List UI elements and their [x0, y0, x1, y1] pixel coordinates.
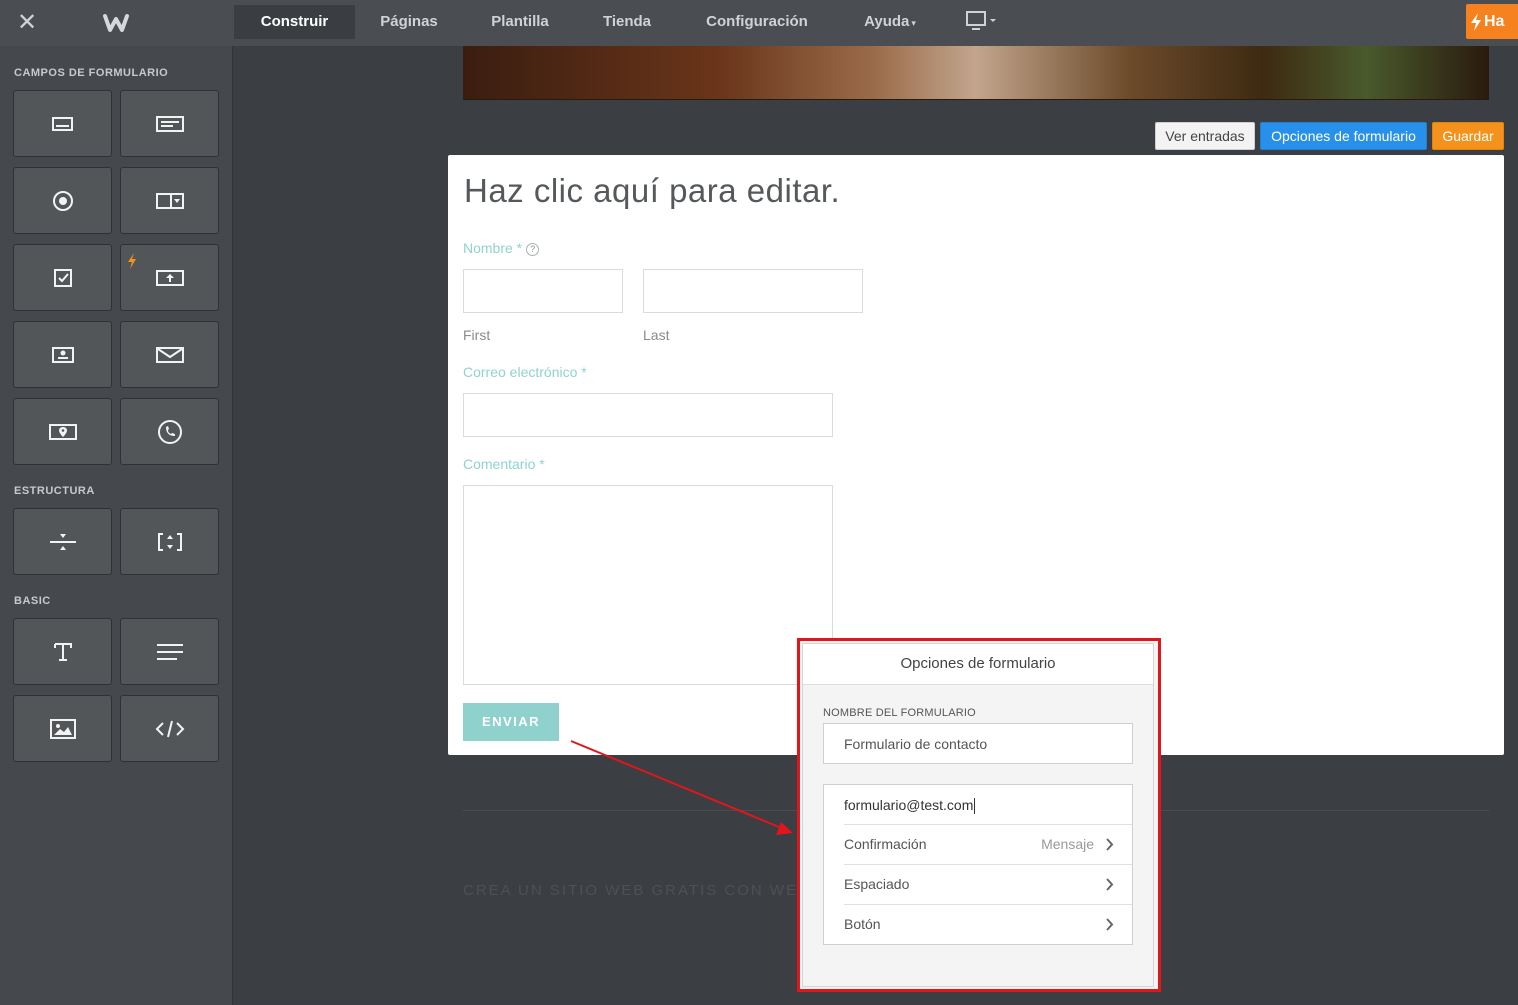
- tab-paginas[interactable]: Páginas: [364, 5, 454, 39]
- chevron-right-icon: [1106, 918, 1114, 931]
- tab-ayuda-label: Ayuda: [864, 13, 910, 30]
- submit-button[interactable]: ENVIAR: [463, 703, 559, 741]
- section-heading-basic: BASIC: [14, 595, 51, 607]
- view-entries-button[interactable]: Ver entradas: [1155, 122, 1255, 150]
- close-icon[interactable]: ✕: [14, 10, 40, 36]
- comment-label: Comentario *: [463, 456, 545, 472]
- lightning-icon: [1471, 13, 1481, 31]
- phone-icon[interactable]: [120, 398, 219, 465]
- email-icon[interactable]: [120, 321, 219, 388]
- file-upload-icon[interactable]: [120, 244, 219, 311]
- form-options-popup: Opciones de formulario NOMBRE DEL FORMUL…: [797, 638, 1161, 992]
- chevron-right-icon: [1106, 838, 1114, 851]
- checkbox-icon[interactable]: [13, 244, 112, 311]
- lightning-icon: [128, 253, 136, 269]
- form-name-heading: NOMBRE DEL FORMULARIO: [823, 707, 976, 719]
- tab-tienda[interactable]: Tienda: [588, 5, 666, 39]
- option-label: Botón: [844, 916, 881, 932]
- top-bar: ✕ Construir Páginas Plantilla Tienda Con…: [0, 0, 1518, 46]
- text-icon[interactable]: [120, 618, 219, 685]
- option-row-boton[interactable]: Botón: [844, 904, 1132, 944]
- paragraph-field-icon[interactable]: [120, 90, 219, 157]
- option-row-espaciado[interactable]: Espaciado: [844, 864, 1132, 904]
- option-value: Mensaje: [1041, 836, 1094, 852]
- option-label: Espaciado: [844, 876, 910, 892]
- dropdown-icon[interactable]: [120, 167, 219, 234]
- email-input[interactable]: [463, 393, 833, 437]
- weebly-logo-icon[interactable]: [102, 10, 130, 36]
- name-field-icon[interactable]: [13, 321, 112, 388]
- comment-textarea[interactable]: [463, 485, 833, 685]
- last-name-input[interactable]: [643, 269, 863, 313]
- notification-email-value: formulario@test.com: [844, 797, 974, 813]
- section-heading-structure: ESTRUCTURA: [14, 485, 95, 497]
- sidebar: CAMPOS DE FORMULARIO ESTRUCTURA BASIC: [0, 46, 233, 1005]
- form-name-input[interactable]: Formulario de contacto: [823, 723, 1133, 764]
- chevron-right-icon: [1106, 878, 1114, 891]
- help-icon[interactable]: ?: [526, 242, 540, 256]
- chevron-down-icon: ▾: [911, 18, 916, 28]
- popup-title: Opciones de formulario: [803, 644, 1153, 685]
- upgrade-button[interactable]: Ha: [1466, 4, 1518, 39]
- footer-text: CREA UN SITIO WEB GRATIS CON WEEBLY: [463, 882, 844, 899]
- radio-button-icon[interactable]: [13, 167, 112, 234]
- tab-configuracion[interactable]: Configuración: [690, 5, 824, 39]
- device-preview-icon[interactable]: [966, 11, 1000, 33]
- address-icon[interactable]: [13, 398, 112, 465]
- form-options-button[interactable]: Opciones de formulario: [1260, 122, 1427, 150]
- option-row-confirmacion[interactable]: Confirmación Mensaje: [844, 824, 1132, 864]
- notification-email-input[interactable]: formulario@test.com: [824, 785, 1132, 824]
- form-title[interactable]: Haz clic aquí para editar.: [464, 172, 840, 210]
- email-label: Correo electrónico *: [463, 364, 587, 380]
- tab-construir[interactable]: Construir: [234, 5, 355, 39]
- embed-code-icon[interactable]: [120, 695, 219, 762]
- upgrade-label: Ha: [1484, 13, 1505, 30]
- popup-options-list: formulario@test.com Confirmación Mensaje…: [823, 784, 1133, 945]
- tab-plantilla[interactable]: Plantilla: [476, 5, 564, 39]
- title-icon[interactable]: [13, 618, 112, 685]
- image-icon[interactable]: [13, 695, 112, 762]
- first-name-input[interactable]: [463, 269, 623, 313]
- form-options-panel: Opciones de formulario NOMBRE DEL FORMUL…: [802, 643, 1154, 987]
- text-cursor: [974, 798, 976, 815]
- text-field-icon[interactable]: [13, 90, 112, 157]
- last-sublabel: Last: [643, 327, 670, 343]
- first-sublabel: First: [463, 327, 491, 343]
- save-button[interactable]: Guardar: [1432, 122, 1504, 150]
- name-label-text: Nombre *: [463, 240, 523, 256]
- header-image: [463, 46, 1489, 100]
- option-label: Confirmación: [844, 836, 927, 852]
- tab-ayuda[interactable]: Ayuda ▾: [852, 5, 928, 39]
- divider-icon[interactable]: [13, 508, 112, 575]
- section-heading-form-fields: CAMPOS DE FORMULARIO: [14, 67, 169, 79]
- name-label: Nombre *?: [463, 240, 540, 256]
- spacer-icon[interactable]: [120, 508, 219, 575]
